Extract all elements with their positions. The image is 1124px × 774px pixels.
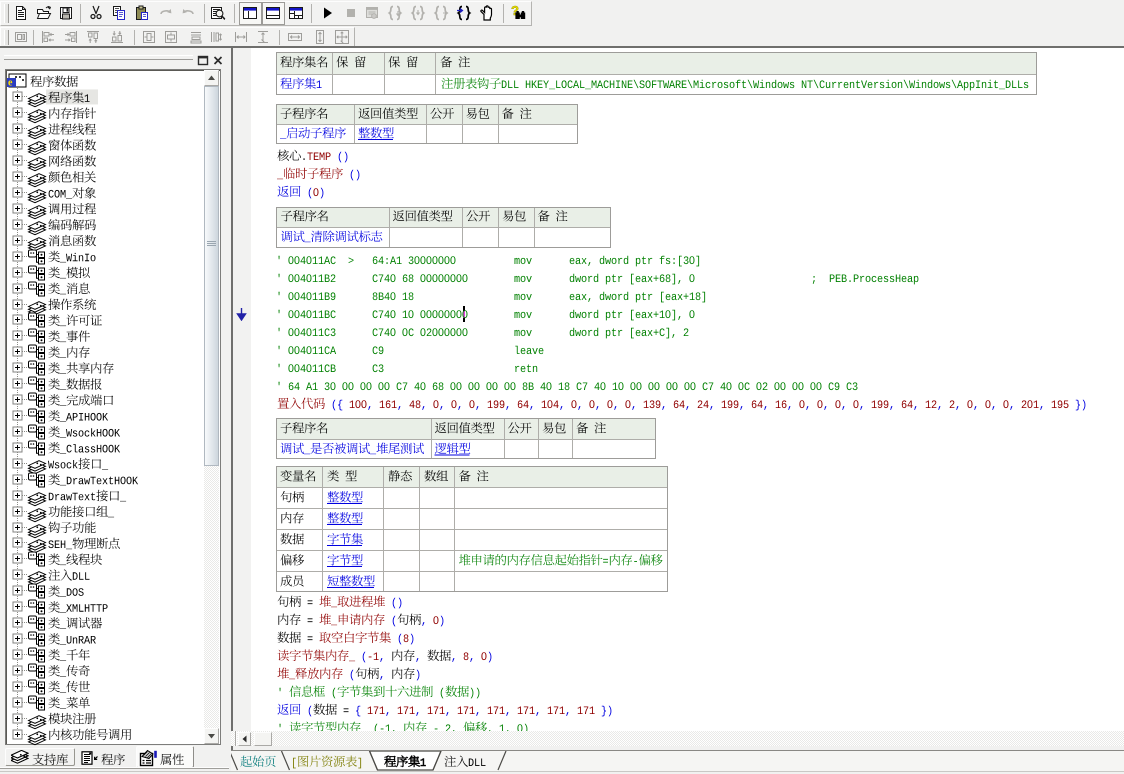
- svg-text:e: e: [8, 78, 13, 89]
